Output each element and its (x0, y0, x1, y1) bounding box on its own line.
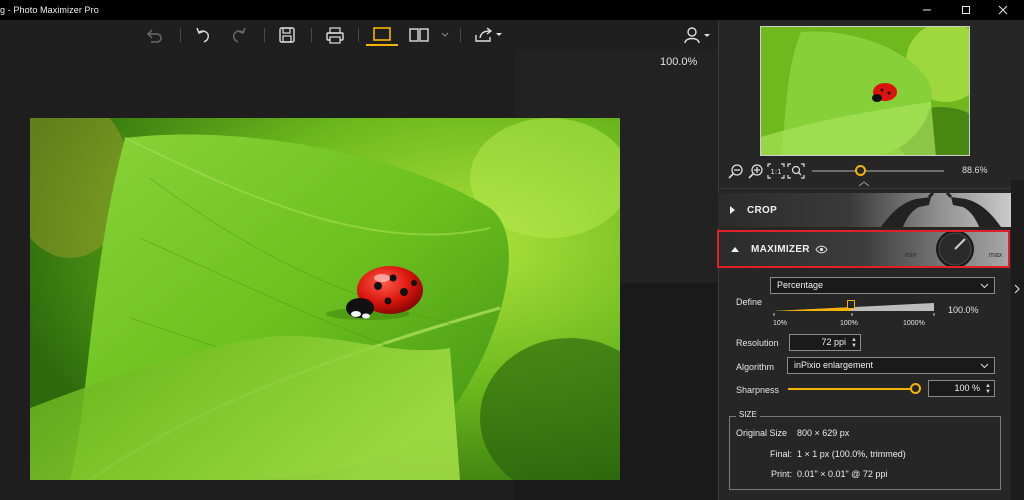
account-button[interactable] (680, 24, 714, 46)
sharpness-label: Sharpness (736, 385, 780, 395)
share-button[interactable] (470, 24, 506, 46)
chevron-down-icon (441, 32, 449, 37)
navigator-zoom-track[interactable] (812, 170, 944, 172)
maximizer-section-label: MAXIMIZER (751, 243, 810, 255)
undo-all-button[interactable] (142, 24, 166, 46)
define-tick-high: 1000% (903, 320, 925, 327)
define-tick-low: 10% (773, 320, 788, 327)
save-button[interactable] (275, 24, 299, 46)
print-button[interactable] (323, 24, 347, 46)
collapse-navigator-icon[interactable] (858, 181, 870, 187)
sharpness-slider-track[interactable] (788, 388, 916, 390)
navigator-zoom-value: 88.6% (962, 165, 988, 175)
maximizer-collapse-icon (731, 246, 739, 252)
redo-icon (232, 27, 246, 43)
chevron-down-icon (980, 283, 989, 289)
sharpness-stepper-icon[interactable]: ▲ ▼ (985, 383, 991, 395)
algorithm-value: inPixio enlargement (794, 360, 874, 370)
toolbar-separator (264, 28, 265, 42)
account-icon (684, 27, 710, 44)
sharpness-value: 100 % (954, 383, 980, 393)
print-icon (326, 27, 344, 44)
dial-max-label: max (989, 252, 1003, 259)
algorithm-select[interactable]: inPixio enlargement (787, 357, 995, 374)
maximize-icon (962, 6, 970, 14)
define-mode-value: Percentage (777, 280, 824, 290)
navigator-zoom-handle[interactable] (854, 165, 866, 176)
undo-icon (196, 27, 210, 43)
maximizer-section-header[interactable]: MAXIMIZER min max (717, 230, 1010, 268)
title-bar: g - Photo Maximizer Pro (0, 0, 1024, 20)
original-size-value: 800 × 629 px (797, 428, 850, 438)
crop-hands-illustration (881, 193, 1001, 227)
final-size-label: Final: (770, 449, 793, 459)
print-size-value: 0.01" × 0.01" @ 72 ppi (797, 469, 888, 479)
view-options-button[interactable] (438, 24, 452, 46)
final-size-value: 1 × 1 px (100.0%, trimmed) (797, 449, 906, 459)
chevron-down-icon (980, 363, 989, 369)
single-view-icon (373, 27, 391, 41)
toolbar-separator (180, 28, 181, 42)
close-icon (998, 5, 1008, 15)
toolbar-separator (311, 28, 312, 42)
define-value: 100.0% (948, 305, 979, 315)
define-label: Define (736, 297, 763, 307)
zoom-out-icon[interactable] (728, 163, 744, 179)
resolution-value: 72 ppi (821, 337, 846, 347)
actual-size-icon[interactable]: 1:1 (767, 163, 785, 179)
resolution-input[interactable]: 72 ppi ▲ ▼ (789, 334, 861, 351)
maximize-button[interactable] (949, 0, 983, 20)
sharpness-slider-handle[interactable] (910, 383, 921, 394)
sharpness-slider-fill (788, 388, 916, 390)
close-button[interactable] (986, 0, 1020, 20)
eye-icon[interactable] (815, 245, 828, 254)
crop-expand-icon (730, 206, 735, 214)
canvas-zoom-readout: 100.0% (660, 56, 698, 68)
split-view-button[interactable] (406, 24, 432, 46)
minimize-icon (923, 9, 931, 11)
sharpness-input[interactable]: 100 % ▲ ▼ (928, 380, 995, 397)
zoom-in-icon[interactable] (748, 163, 764, 179)
define-slider-handle[interactable] (846, 300, 855, 309)
redo-button[interactable] (227, 24, 251, 46)
navigator-thumbnail[interactable] (760, 26, 970, 156)
undo-all-icon (146, 29, 162, 43)
save-icon (279, 27, 295, 43)
resolution-stepper-icon[interactable]: ▲ ▼ (851, 337, 857, 349)
algorithm-label: Algorithm (736, 362, 775, 372)
svg-text:1:1: 1:1 (770, 168, 781, 176)
toolbar (0, 20, 718, 50)
resolution-label: Resolution (736, 338, 779, 348)
share-icon (475, 27, 502, 42)
split-view-icon (409, 28, 429, 42)
maximizer-dial-icon (936, 232, 974, 266)
single-view-button[interactable] (366, 24, 398, 46)
fit-screen-icon[interactable] (787, 163, 805, 179)
define-tick-mid: 100% (840, 320, 858, 327)
window-title: g - Photo Maximizer Pro (0, 5, 99, 15)
crop-section-header[interactable]: CROP (718, 193, 1011, 227)
ladybug-photo[interactable] (30, 118, 620, 480)
original-size-label: Original Size (736, 428, 788, 438)
toolbar-separator (358, 28, 359, 42)
define-mode-select[interactable]: Percentage (770, 277, 995, 294)
scroll-right-arrow-icon[interactable] (1014, 284, 1021, 294)
panel-divider (718, 188, 1024, 189)
undo-button[interactable] (191, 24, 215, 46)
toolbar-separator (460, 28, 461, 42)
crop-section-label: CROP (747, 204, 778, 216)
size-legend: SIZE (736, 410, 760, 419)
panel-scrollbar[interactable] (1011, 180, 1024, 500)
dial-min-label: min (905, 252, 917, 259)
minimize-button[interactable] (910, 0, 944, 20)
print-size-label: Print: (771, 469, 793, 479)
